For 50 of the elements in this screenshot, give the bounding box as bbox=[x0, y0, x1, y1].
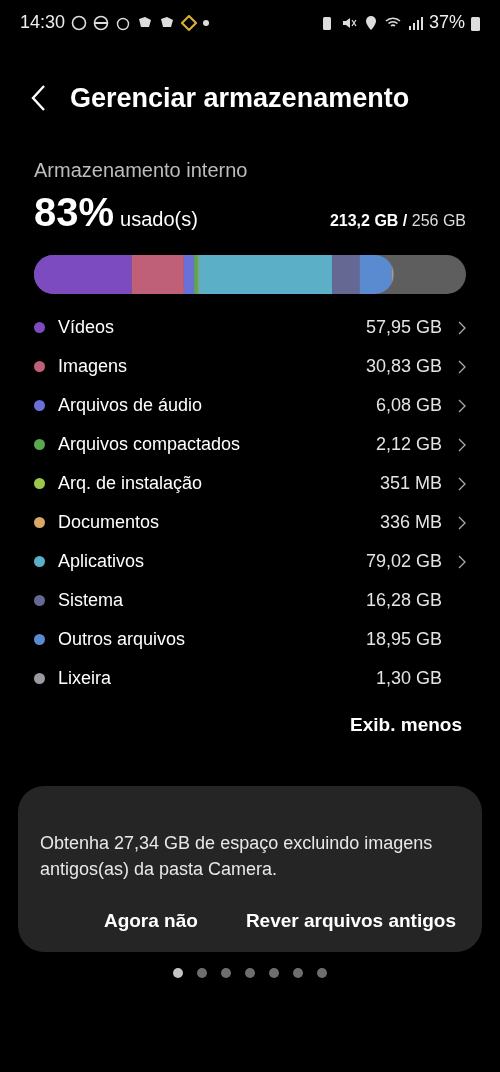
page-title: Gerenciar armazenamento bbox=[70, 82, 410, 114]
suggestion-text: Obtenha 27,34 GB de espaço excluindo imagens antigos(as) da pasta Camera. bbox=[40, 832, 434, 881]
page-dot[interactable] bbox=[269, 968, 279, 978]
category-name: Outros arquivos bbox=[58, 629, 187, 650]
category-name[interactable]: Arquivos de áudio bbox=[58, 395, 376, 416]
page-dot[interactable] bbox=[173, 968, 183, 978]
storage-total: 213,2 GB / 256 GB bbox=[329, 212, 466, 230]
chevron-icon[interactable] bbox=[458, 554, 466, 569]
category-size: 6,08 GB bbox=[375, 395, 442, 416]
status-time: 14:30 bbox=[20, 12, 66, 33]
page-dot[interactable] bbox=[293, 968, 303, 978]
signal-icon bbox=[406, 14, 423, 31]
category-size: 1,30 GB bbox=[375, 668, 442, 689]
category-size: 79,02 GB bbox=[365, 551, 442, 572]
page-dot[interactable] bbox=[197, 968, 207, 978]
category-name[interactable]: Aplicativos bbox=[58, 551, 366, 572]
category-name: Lixeira bbox=[58, 668, 113, 689]
chevron-icon[interactable] bbox=[458, 398, 466, 413]
category-size: 18,95 GB bbox=[365, 629, 442, 650]
chevron-icon[interactable] bbox=[458, 320, 466, 335]
category-size: 30,83 GB bbox=[365, 356, 442, 377]
diamond-icon bbox=[181, 14, 198, 31]
battery-icon bbox=[471, 14, 480, 31]
category-name[interactable]: Vídeos bbox=[58, 317, 366, 338]
category-size: 57,95 GB bbox=[365, 317, 442, 338]
section-title: Armazenamento interno bbox=[34, 159, 249, 182]
usage-percent: 83% bbox=[34, 190, 115, 235]
category-name[interactable]: Documentos bbox=[58, 512, 380, 533]
category-size: 16,28 GB bbox=[365, 590, 442, 611]
category-name: Sistema bbox=[58, 590, 125, 611]
category-size: 2,12 GB bbox=[375, 434, 442, 455]
back-icon[interactable] bbox=[30, 84, 46, 112]
show-less-button[interactable]: Exib. menos bbox=[350, 714, 462, 736]
battery-percent: 37% bbox=[428, 12, 465, 33]
page-dot[interactable] bbox=[245, 968, 255, 978]
page-dot[interactable] bbox=[317, 968, 327, 978]
card-action-button[interactable]: Rever arquivos antigos bbox=[245, 910, 456, 932]
category-name[interactable]: Arquivos compactados bbox=[58, 434, 376, 455]
chevron-icon[interactable] bbox=[458, 437, 466, 452]
chevron-icon[interactable] bbox=[458, 359, 466, 374]
card-action-button[interactable]: Agora não bbox=[103, 910, 198, 932]
chevron-icon[interactable] bbox=[458, 515, 466, 530]
chevron-icon[interactable] bbox=[458, 476, 466, 491]
used-label: usado(s) bbox=[120, 208, 199, 231]
category-name[interactable]: Imagens bbox=[58, 356, 366, 377]
category-name[interactable]: Arq. de instalação bbox=[58, 473, 380, 494]
page-dot[interactable] bbox=[221, 968, 231, 978]
category-size: 336 MB bbox=[379, 512, 442, 533]
notification-dot-icon bbox=[203, 19, 210, 26]
category-size: 351 MB bbox=[379, 473, 442, 494]
